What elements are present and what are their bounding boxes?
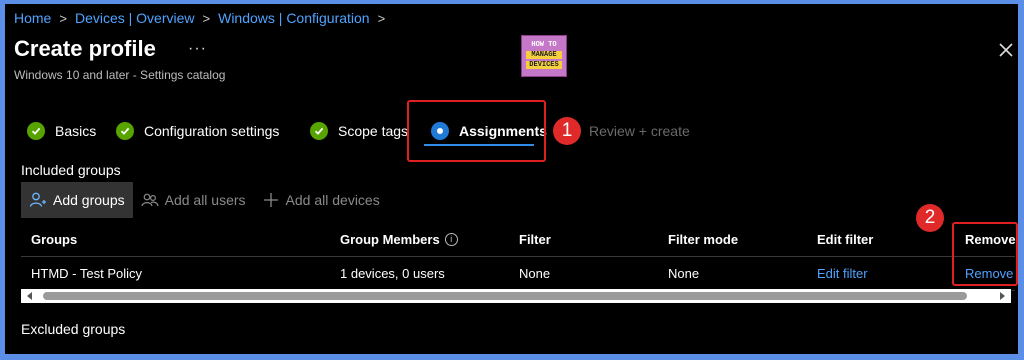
column-header-filter: Filter	[519, 232, 551, 247]
filter-value: None	[519, 266, 551, 281]
wizard-steps: Basics Configuration settings Scope tags…	[21, 118, 721, 148]
scroll-left-icon[interactable]	[23, 289, 37, 303]
scrollbar-thumb[interactable]	[43, 292, 967, 300]
create-profile-panel: Home > Devices | Overview > Windows | Co…	[5, 4, 1018, 354]
group-members: 1 devices, 0 users	[340, 266, 445, 281]
included-groups-toolbar: Add groups Add all users Add all devices	[21, 182, 388, 218]
add-groups-button[interactable]: Add groups	[21, 182, 133, 218]
checkmark-icon	[310, 122, 328, 140]
step-label: Scope tags	[338, 123, 409, 139]
table-header-row: Groups Group Members i Filter Filter mode…	[21, 223, 1016, 257]
users-icon	[141, 193, 159, 207]
chevron-right-icon: >	[202, 10, 211, 26]
step-label: Basics	[55, 123, 97, 139]
highlight-box-assignments	[407, 100, 546, 162]
checkmark-icon	[116, 122, 134, 140]
callout-badge-1: 1	[553, 117, 581, 145]
included-groups-title: Included groups	[21, 162, 121, 178]
scroll-right-icon[interactable]	[995, 289, 1009, 303]
group-name: HTMD - Test Policy	[31, 266, 142, 281]
edit-filter-link[interactable]: Edit filter	[817, 257, 868, 290]
checkmark-icon	[27, 122, 45, 140]
callout-badge-2: 2	[916, 204, 944, 232]
breadcrumb-devices-overview[interactable]: Devices | Overview	[75, 10, 195, 26]
column-header-edit-filter: Edit filter	[817, 232, 874, 247]
info-icon[interactable]: i	[444, 233, 458, 246]
breadcrumb-home[interactable]: Home	[14, 10, 51, 26]
how-to-manage-devices-logo: HOW TO MANAGE DEVICES	[521, 35, 567, 77]
step-label: Configuration settings	[144, 123, 280, 139]
column-header-groups: Groups	[31, 232, 78, 247]
close-icon[interactable]	[996, 40, 1016, 60]
breadcrumb: Home > Devices | Overview > Windows | Co…	[14, 10, 393, 26]
step-basics[interactable]: Basics	[27, 118, 96, 144]
step-label: Review + create	[589, 123, 690, 139]
column-header-group-members: Group Members i	[340, 223, 458, 256]
horizontal-scrollbar[interactable]	[21, 289, 1011, 303]
add-all-users-button[interactable]: Add all users	[133, 182, 254, 218]
table-row: HTMD - Test Policy 1 devices, 0 users No…	[21, 257, 1015, 291]
filter-mode-value: None	[668, 266, 700, 281]
chevron-right-icon: >	[59, 10, 67, 26]
chevron-right-icon: >	[377, 10, 386, 26]
step-configuration-settings[interactable]: Configuration settings	[116, 118, 279, 144]
breadcrumb-windows-configuration[interactable]: Windows | Configuration	[218, 10, 369, 26]
more-options-button[interactable]: ···	[188, 40, 207, 58]
excluded-groups-title: Excluded groups	[21, 321, 126, 337]
column-header-filter-mode: Filter mode	[668, 232, 739, 247]
page-subtitle: Windows 10 and later - Settings catalog	[14, 68, 226, 82]
page-title: Create profile	[14, 36, 156, 61]
included-groups-table: Groups Group Members i Filter Filter mode…	[21, 223, 1016, 291]
add-all-devices-button[interactable]: Add all devices	[254, 182, 388, 218]
plus-icon	[263, 193, 278, 207]
step-review-create: Review + create	[589, 118, 690, 144]
step-scope-tags[interactable]: Scope tags	[310, 118, 408, 144]
add-user-icon	[29, 192, 46, 207]
highlight-box-remove	[952, 222, 1018, 286]
